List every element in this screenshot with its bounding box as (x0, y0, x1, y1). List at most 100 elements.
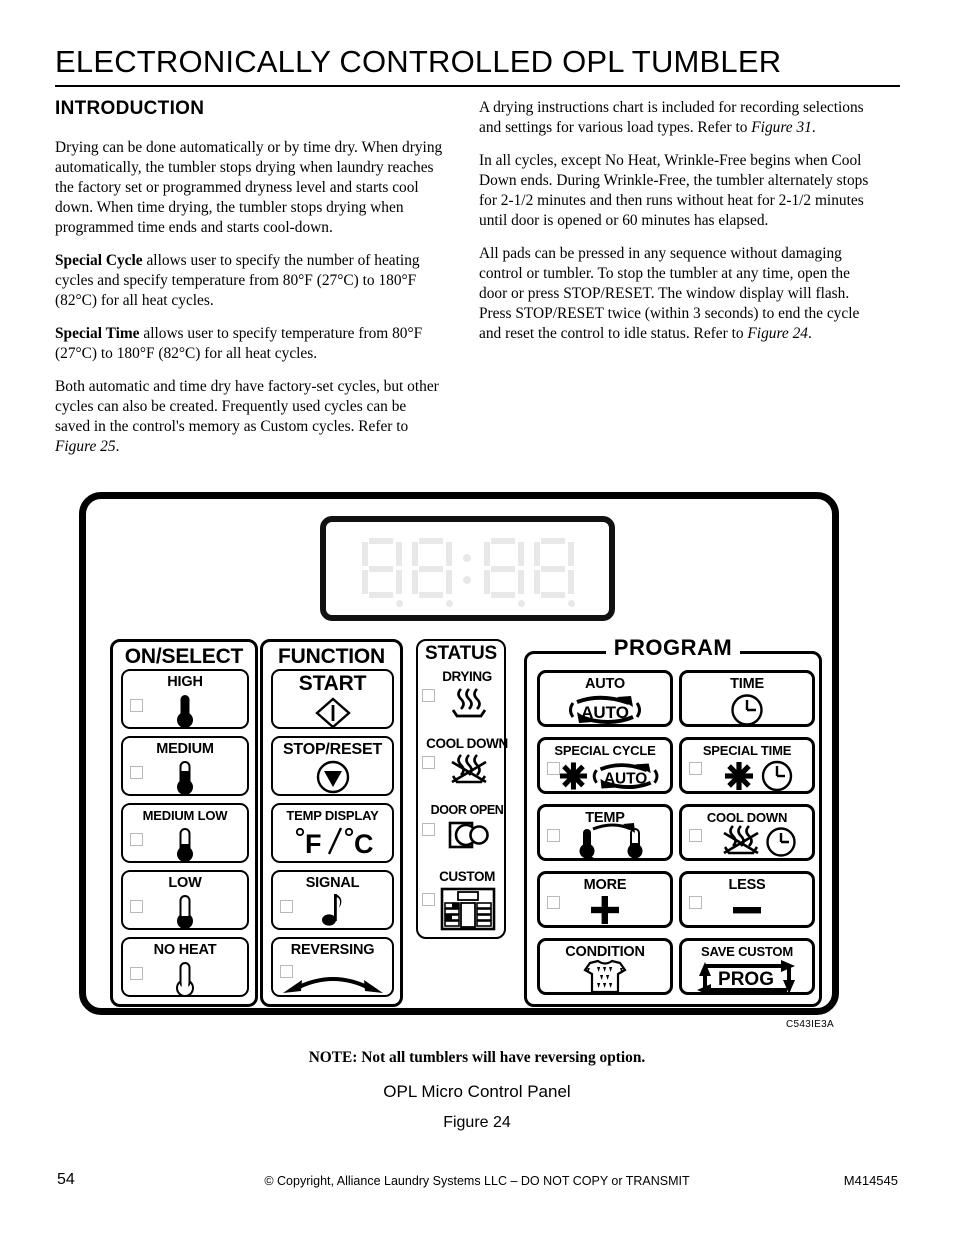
minus-icon (682, 900, 812, 920)
key-cool-down[interactable]: COOL DOWN (679, 804, 815, 861)
footer-document-code: M414545 (843, 1173, 898, 1188)
key-less[interactable]: LESS (679, 871, 815, 928)
pads-period: . (807, 325, 812, 343)
page-title: ELECTRONICALLY CONTROLLED OPL TUMBLER (55, 44, 782, 79)
title-rule (55, 85, 900, 87)
thermometer-three-quarter-icon (123, 758, 247, 794)
custom-cycles-period: . (115, 438, 120, 456)
figure-number: Figure 24 (443, 1114, 511, 1131)
paragraph-special-time: Special Time allows user to specify temp… (55, 324, 443, 364)
clock-icon (682, 693, 812, 724)
key-special-cycle-label: SPECIAL CYCLE (554, 743, 656, 758)
reversing-arrow-icon (273, 969, 392, 995)
figure-note: NOTE: Not all tumblers will have reversi… (308, 1049, 646, 1066)
key-condition[interactable]: CONDITION (537, 938, 673, 995)
status-custom-label: CUSTOM (439, 869, 495, 884)
thermometer-full-icon (123, 691, 247, 727)
key-signal-label: SIGNAL (305, 875, 360, 891)
svg-text:AUTO: AUTO (581, 703, 629, 722)
temp-swap-icon (560, 821, 670, 858)
special-time-term: Special Time (55, 325, 140, 343)
key-special-cycle[interactable]: SPECIAL CYCLE AUTO (537, 737, 673, 794)
status-drying-label: DRYING (442, 669, 492, 684)
paragraph-intro: Drying can be done automatically or by t… (55, 139, 443, 237)
paragraph-special-cycle: Special Cycle allows user to specify the… (55, 251, 443, 311)
key-medium-low-label: MEDIUM LOW (142, 808, 228, 823)
paragraph-wrinkle-free: In all cycles, except No Heat, Wrinkle-F… (479, 152, 869, 230)
key-high[interactable]: HIGH (121, 669, 249, 729)
figure-31-reference: Figure 31 (751, 119, 812, 137)
key-time[interactable]: TIME (679, 670, 815, 727)
wet-shirt-icon (540, 959, 670, 992)
key-special-time-led (689, 762, 702, 775)
key-start[interactable]: START (271, 669, 394, 729)
group-program-title: PROGRAM (605, 635, 741, 660)
auto-cycle-icon: AUTO (540, 693, 670, 724)
group-on-select-title: ON/SELECT (124, 645, 244, 668)
key-temp-led (547, 829, 560, 842)
key-special-time-label: SPECIAL TIME (702, 743, 792, 758)
fahrenheit-celsius-icon: F C (273, 823, 392, 859)
key-save-custom[interactable]: SAVE CUSTOM PROG (679, 938, 815, 995)
group-on-select: ON/SELECT HIGH MEDIUM MEDIUM LOW LOW NO … (110, 639, 258, 1007)
special-cycle-term: Special Cycle (55, 252, 143, 270)
key-reversing[interactable]: REVERSING (271, 937, 394, 997)
drawing-number: C543IE3A (786, 1019, 834, 1030)
key-stop-reset[interactable]: STOP/RESET (271, 736, 394, 796)
key-less-label: LESS (728, 877, 766, 893)
paragraph-custom-cycles: Both automatic and time dry have factory… (55, 377, 443, 457)
key-high-label: HIGH (167, 674, 203, 690)
key-temp-display[interactable]: TEMP DISPLAY F C (271, 803, 394, 863)
svg-text:C: C (354, 829, 374, 859)
footer-copyright: © Copyright, Alliance Laundry Systems LL… (264, 1174, 690, 1188)
key-more[interactable]: MORE (537, 871, 673, 928)
display-colon-icon (462, 538, 474, 600)
thermometer-half-icon (123, 825, 247, 861)
key-cool-down-label: COOL DOWN (706, 810, 788, 825)
manual-page: ELECTRONICALLY CONTROLLED OPL TUMBLER IN… (0, 0, 954, 1235)
key-cool-down-led (689, 829, 702, 842)
thermometer-empty-icon (123, 959, 247, 995)
custom-cycles-text: Both automatic and time dry have factory… (55, 378, 439, 436)
plus-icon (540, 894, 670, 925)
svg-text:PROG: PROG (718, 969, 774, 990)
right-text-column: A drying instructions chart is included … (479, 98, 871, 357)
key-signal[interactable]: SIGNAL (271, 870, 394, 930)
key-stop-reset-label: STOP/RESET (282, 741, 383, 758)
status-door-open-label: DOOR OPEN (430, 803, 504, 817)
start-diamond-icon (273, 697, 392, 727)
key-medium-low[interactable]: MEDIUM LOW (121, 803, 249, 863)
key-save-custom-label: SAVE CUSTOM (701, 944, 793, 959)
no-heat-waves-icon (428, 752, 508, 786)
star-clock-icon (704, 758, 812, 791)
key-start-label: START (298, 672, 367, 695)
key-no-heat[interactable]: NO HEAT (121, 937, 249, 997)
svg-text:AUTO: AUTO (604, 771, 647, 788)
key-reversing-label: REVERSING (290, 942, 375, 958)
group-status: STATUS DRYING COOL DOWN DOOR OPEN CUSTOM (416, 639, 508, 939)
key-low[interactable]: LOW (121, 870, 249, 930)
svg-text:F: F (305, 829, 322, 859)
display-window (320, 516, 615, 621)
thermometer-low-icon (123, 892, 247, 928)
key-medium[interactable]: MEDIUM (121, 736, 249, 796)
key-time-label: TIME (730, 676, 764, 692)
status-cool-down-label: COOL DOWN (426, 736, 508, 751)
key-condition-label: CONDITION (565, 944, 645, 960)
no-heat-clock-icon (704, 823, 812, 858)
prog-arrows-icon: PROG (682, 958, 812, 992)
paragraph-drying-chart: A drying instructions chart is included … (479, 98, 871, 138)
display-digit-4 (533, 537, 575, 607)
custom-grid-icon (428, 887, 508, 931)
status-custom: CUSTOM (418, 869, 508, 931)
stop-triangle-icon (273, 760, 392, 794)
group-function-title: FUNCTION (278, 645, 385, 668)
key-auto[interactable]: AUTO AUTO (537, 670, 673, 727)
key-low-label: LOW (168, 875, 202, 891)
display-digit-1 (361, 537, 403, 607)
key-temp[interactable]: TEMP (537, 804, 673, 861)
key-special-time[interactable]: SPECIAL TIME (679, 737, 815, 794)
figure-title: OPL Micro Control Panel (383, 1082, 571, 1101)
figure-25-reference: Figure 25 (55, 438, 116, 456)
display-digit-3 (483, 537, 525, 607)
